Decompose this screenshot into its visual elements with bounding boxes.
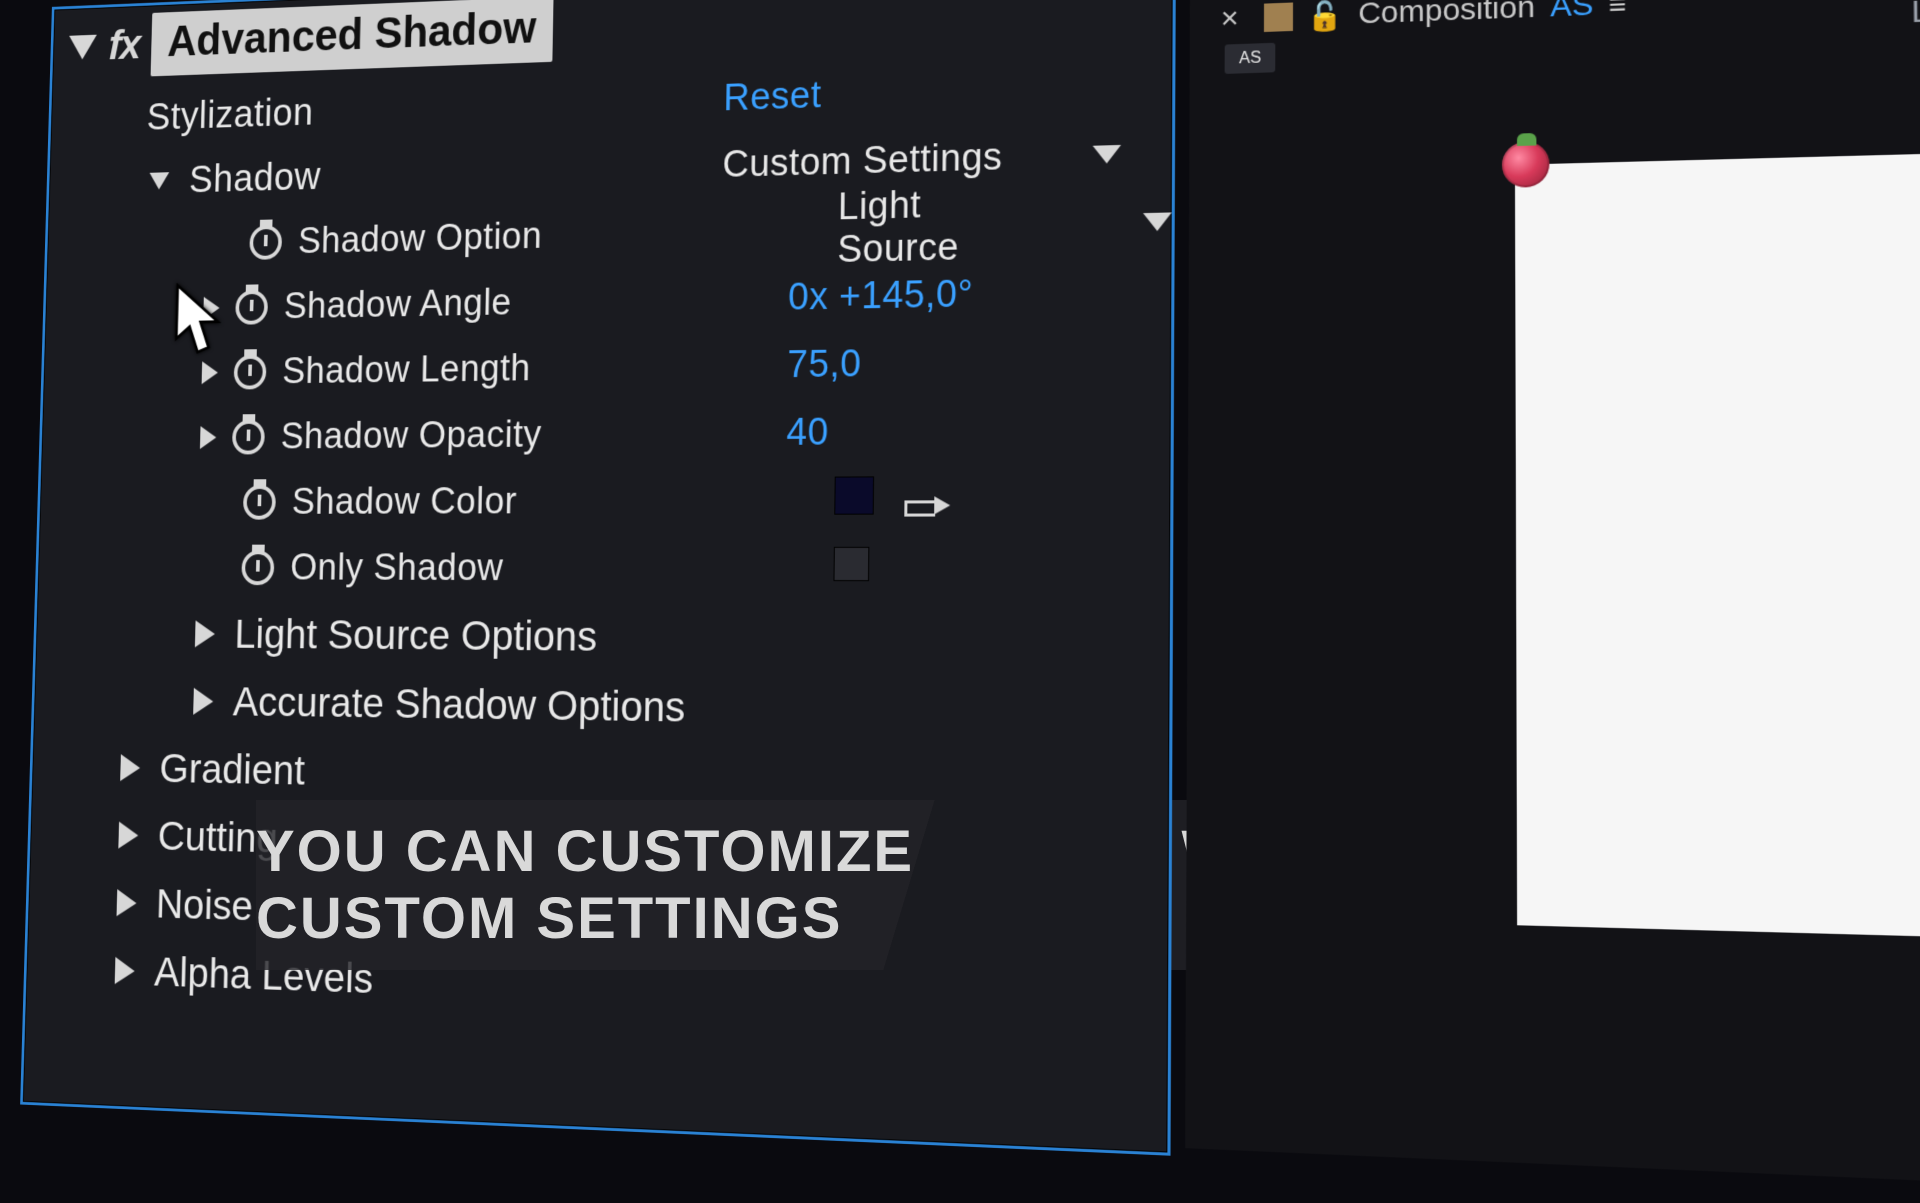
twirl-icon[interactable] [118,822,138,849]
comp-color-swatch [1263,3,1292,33]
fx-icon[interactable]: fx [108,25,140,67]
subgroup-accurate-shadow-label: Accurate Shadow Options [232,679,685,732]
twirl-icon[interactable] [117,889,137,917]
comp-canvas[interactable] [1515,148,1920,943]
effect-category: Stylization [146,91,314,139]
twirl-icon[interactable] [115,957,135,985]
group-gradient-label: Gradient [159,745,305,794]
preset-dropdown[interactable]: Custom Settings [722,132,1121,186]
prop-shadow-option-label: Shadow Option [298,215,543,262]
stopwatch-icon[interactable] [241,550,274,585]
group-noise-label: Noise [155,881,253,931]
stopwatch-icon[interactable] [243,485,276,520]
prop-shadow-angle-label: Shadow Angle [283,282,512,327]
stopwatch-icon[interactable] [235,290,268,325]
panel-menu-icon[interactable]: ≡ [1608,0,1626,21]
group-toggle-icon[interactable] [149,172,169,190]
twirl-icon[interactable] [200,426,217,449]
effect-title[interactable]: Advanced Shadow [151,0,554,76]
twirl-icon[interactable] [202,361,219,384]
prop-shadow-angle-row: Shadow Angle 0x +145,0° [45,256,1172,343]
shadow-length-value[interactable]: 75,0 [787,343,862,387]
only-shadow-checkbox[interactable] [833,547,869,581]
shadow-option-dropdown[interactable]: Light Source [837,178,1172,272]
group-shadow-row: Shadow Custom Settings [48,118,1172,216]
prop-shadow-opacity-label: Shadow Opacity [280,414,542,458]
tab-layer[interactable]: Layer (none) [1911,0,1920,31]
shadow-option-value: Light Source [837,181,1052,272]
prop-shadow-color-label: Shadow Color [291,481,517,523]
stopwatch-icon[interactable] [232,420,265,455]
twirl-icon[interactable] [120,754,140,781]
prop-shadow-opacity-row: Shadow Opacity 40 [41,395,1171,471]
collapse-effect-icon[interactable] [68,35,96,60]
viewer-panel: Snapping × 🔓 Composition AS ≡ Layer (non… [1185,0,1920,1190]
twirl-icon[interactable] [193,688,213,715]
lock-icon[interactable]: 🔓 [1307,0,1343,33]
dropdown-caret-icon [1143,212,1172,231]
viewer-comp-name[interactable]: AS [1550,0,1593,25]
effect-category-row: Stylization Reset [50,49,1172,152]
subgroup-accurate-shadow[interactable]: Accurate Shadow Options [34,666,1170,750]
tab-active-comp[interactable]: AS [1225,43,1276,74]
close-tab-button[interactable]: × [1210,0,1249,43]
prop-shadow-length-row: Shadow Length 75,0 [43,325,1171,406]
prop-shadow-length-label: Shadow Length [282,348,531,393]
twirl-icon[interactable] [203,297,220,320]
subgroup-light-source[interactable]: Light Source Options [35,600,1169,678]
prop-shadow-color-row: Shadow Color [39,465,1170,535]
subgroup-light-source-label: Light Source Options [234,611,597,661]
viewer-tabs: × 🔓 Composition AS ≡ [1210,0,1626,43]
viewer-title-prefix: Composition [1358,0,1535,32]
twirl-icon[interactable] [195,620,215,647]
group-shadow-label[interactable]: Shadow [189,155,322,201]
shadow-opacity-value[interactable]: 40 [786,411,829,454]
prop-only-shadow-row: Only Shadow [37,535,1170,605]
dropdown-caret-icon [1093,145,1121,164]
effect-header: fx Advanced Shadow [52,0,1173,89]
shadow-color-swatch[interactable] [834,476,874,514]
reset-button[interactable]: Reset [723,74,822,119]
shadow-angle-value[interactable]: 0x +145,0° [788,273,974,319]
viewer-secondary-tabs: Layer (none) Footage (… [1911,0,1920,86]
stopwatch-icon[interactable] [249,225,282,260]
effect-controls-panel: fx Advanced Shadow Stylization Reset Sha… [20,0,1176,1156]
prop-shadow-option-row: Shadow Option Light Source [47,187,1172,279]
prop-only-shadow-label: Only Shadow [290,547,504,589]
preset-value: Custom Settings [722,136,1002,186]
eyedropper-icon[interactable] [904,496,950,514]
stopwatch-icon[interactable] [234,355,267,390]
